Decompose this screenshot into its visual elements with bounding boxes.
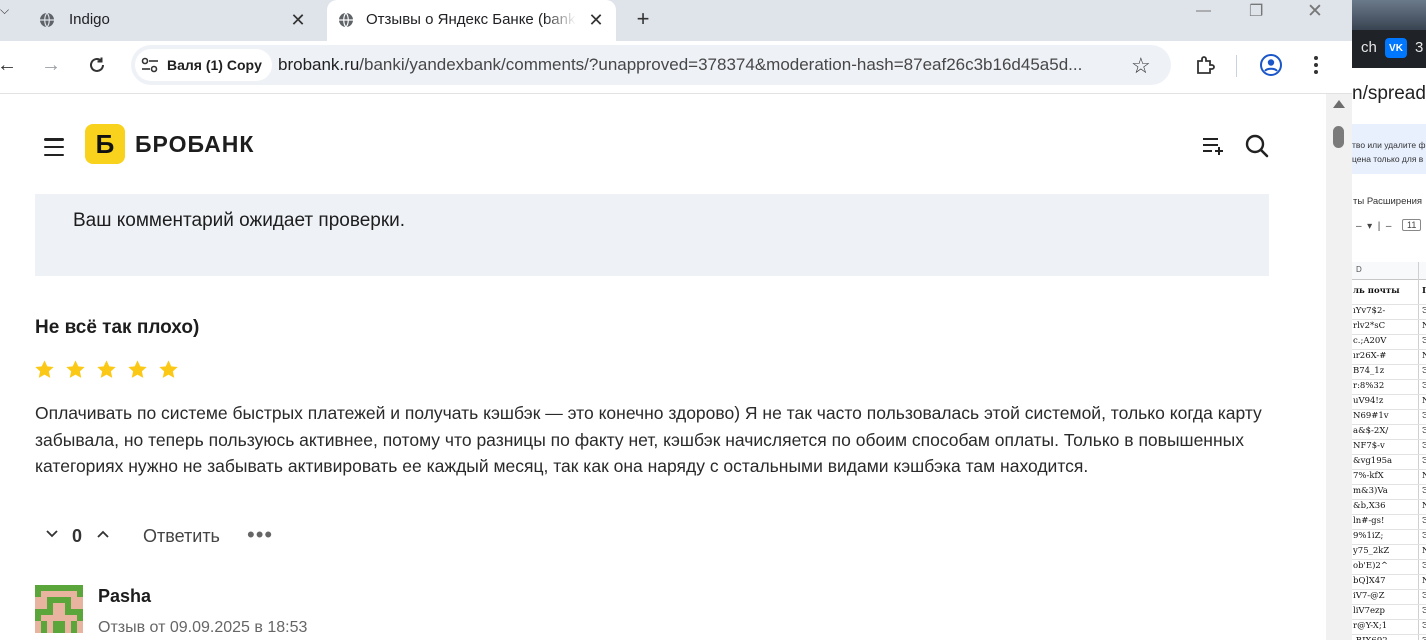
background-table-row: NF7$-v Э xyxy=(1352,440,1426,455)
review-title: Не всё так плохо) xyxy=(35,317,200,338)
vk-icon: VK xyxy=(1385,38,1407,58)
background-table-row: 7%-kfX N xyxy=(1352,470,1426,485)
rating-star-icon xyxy=(66,360,85,378)
globe-icon xyxy=(40,12,54,28)
author-name[interactable]: Pasha xyxy=(98,586,151,607)
minimize-icon[interactable]: — xyxy=(1196,2,1211,19)
background-table-row: &vg195a Э xyxy=(1352,455,1426,470)
brobank-logo-text[interactable]: БРОБАНК xyxy=(135,131,254,158)
more-options-icon[interactable]: ••• xyxy=(247,524,273,546)
new-tab-plus-icon[interactable]: + xyxy=(632,6,654,31)
tab-title: Indigo xyxy=(69,11,110,28)
forward-arrow-icon[interactable]: → xyxy=(39,53,63,77)
tab-title: Отзывы о Яндекс Банке (bank xyxy=(366,11,576,28)
background-table-row: &b,X36 N xyxy=(1352,500,1426,515)
scroll-thumb[interactable] xyxy=(1333,126,1344,148)
background-table-row: iV7-@Z Э xyxy=(1352,590,1426,605)
background-menu: ты Расширения xyxy=(1353,196,1423,207)
playlist-add-icon[interactable] xyxy=(1200,133,1226,159)
review-date: Отзыв от 09.09.2025 в 18:53 xyxy=(98,619,308,636)
brobank-logo[interactable]: Б xyxy=(85,124,125,164)
reply-button[interactable]: Ответить xyxy=(143,526,220,547)
rating-star-icon xyxy=(35,360,54,378)
background-table-row: ,BJX692Э xyxy=(1352,635,1426,640)
background-banner: тво или удалите ф цена только для в xyxy=(1352,124,1426,174)
background-table-row: a&$-2X/Э xyxy=(1352,425,1426,440)
background-tab-label: ch xyxy=(1361,39,1377,56)
close-tab-icon[interactable]: ✕ xyxy=(586,10,606,30)
vote-down-chevron-icon[interactable] xyxy=(44,526,60,542)
review-rating xyxy=(34,359,179,380)
url-text[interactable]: brobank.ru/banki/yandexbank/comments/?un… xyxy=(278,55,1118,75)
background-table-row: y75_2kZ N xyxy=(1352,545,1426,560)
site-settings-icon[interactable] xyxy=(141,57,159,73)
page-content: Б БРОБАНК Ваш комментарий ожидает провер… xyxy=(0,94,1326,640)
extensions-icon[interactable] xyxy=(1191,51,1219,79)
rating-star-icon xyxy=(128,360,147,378)
background-column-header: D xyxy=(1352,262,1426,280)
page-scrollbar[interactable] xyxy=(1326,94,1352,640)
background-spreadsheet: ль почты П ıYv7$2-Эrlv2*sCNc.;A20VЭır26X… xyxy=(1352,282,1426,640)
vote-up-chevron-icon[interactable] xyxy=(95,526,111,542)
close-window-icon[interactable]: ✕ xyxy=(1307,0,1323,23)
tab-yandexbank-reviews[interactable]: Отзывы о Яндекс Банке (bank ✕ xyxy=(327,0,616,41)
profile-avatar-icon[interactable] xyxy=(1257,51,1285,79)
background-table-row: r:8%32 Э xyxy=(1352,380,1426,395)
background-table-row: m&3)Va Э xyxy=(1352,485,1426,500)
background-table-row: B74_1z Э xyxy=(1352,365,1426,380)
moderation-notice-text: Ваш комментарий ожидает проверки. xyxy=(73,210,406,231)
close-tab-icon[interactable]: ✕ xyxy=(288,10,308,30)
author-avatar xyxy=(35,585,83,633)
rating-star-icon xyxy=(159,360,178,378)
review-text: Оплачивать по системе быстрых платежей и… xyxy=(35,403,1262,476)
background-tab-label: 3 xyxy=(1415,39,1424,56)
background-table-row: c.;A20V Э xyxy=(1352,335,1426,350)
background-header-row: ль почты П xyxy=(1352,282,1426,305)
background-table-row: uV94!z N xyxy=(1352,395,1426,410)
background-table-row: bQ]X47 N xyxy=(1352,575,1426,590)
browser-toolbar: ← → Валя (1) Copy brobank.ru/banki/yande… xyxy=(0,41,1352,94)
background-table-row: ob'E)2^ Э xyxy=(1352,560,1426,575)
background-url: n/spreads xyxy=(1352,68,1426,120)
scroll-up-arrow-icon[interactable] xyxy=(1333,100,1345,108)
profile-chip-label: Валя (1) Copy xyxy=(167,57,262,73)
background-toolbar: – ▾ | – 11 xyxy=(1352,216,1426,236)
search-icon[interactable] xyxy=(1244,133,1270,159)
background-table-row: N69#1v Э xyxy=(1352,410,1426,425)
toolbar-separator xyxy=(1236,55,1237,77)
background-table-row: liV7ezp Э xyxy=(1352,605,1426,620)
globe-icon xyxy=(339,12,353,28)
back-arrow-icon[interactable]: ← xyxy=(0,53,19,77)
bookmark-star-icon[interactable]: ☆ xyxy=(1131,53,1151,79)
background-tab-bar: ch VK 3 xyxy=(1352,30,1426,68)
tab-strip: ⌵ Indigo ✕ Отзывы о Яндекс Банке (bank ✕… xyxy=(0,0,1352,41)
reload-icon[interactable] xyxy=(85,53,109,77)
background-table-row: ıYv7$2- Э xyxy=(1352,305,1426,320)
vote-count: 0 xyxy=(72,526,83,546)
profile-chip[interactable]: Валя (1) Copy xyxy=(135,49,272,81)
desktop-wallpaper xyxy=(1352,0,1426,30)
background-table-row: rlv2*sC N xyxy=(1352,320,1426,335)
moderation-notice: Ваш комментарий ожидает проверки. xyxy=(35,194,1269,276)
background-table-row: 9%1iZ; Э xyxy=(1352,530,1426,545)
hamburger-menu-icon[interactable] xyxy=(44,138,64,156)
background-window: ch VK 3 n/spreads тво или удалите ф цена… xyxy=(1352,0,1426,640)
background-table-row: r@Y-X;1 Э xyxy=(1352,620,1426,635)
address-bar[interactable]: Валя (1) Copy brobank.ru/banki/yandexban… xyxy=(131,45,1171,85)
rating-star-icon xyxy=(97,360,116,378)
tab-indigo[interactable]: Indigo ✕ xyxy=(0,0,325,41)
restore-icon[interactable]: ❐ xyxy=(1249,1,1263,21)
background-table-row: ln#-gs! Э xyxy=(1352,515,1426,530)
background-table-row: ır26X-# N xyxy=(1352,350,1426,365)
menu-kebab-icon[interactable] xyxy=(1302,51,1330,79)
